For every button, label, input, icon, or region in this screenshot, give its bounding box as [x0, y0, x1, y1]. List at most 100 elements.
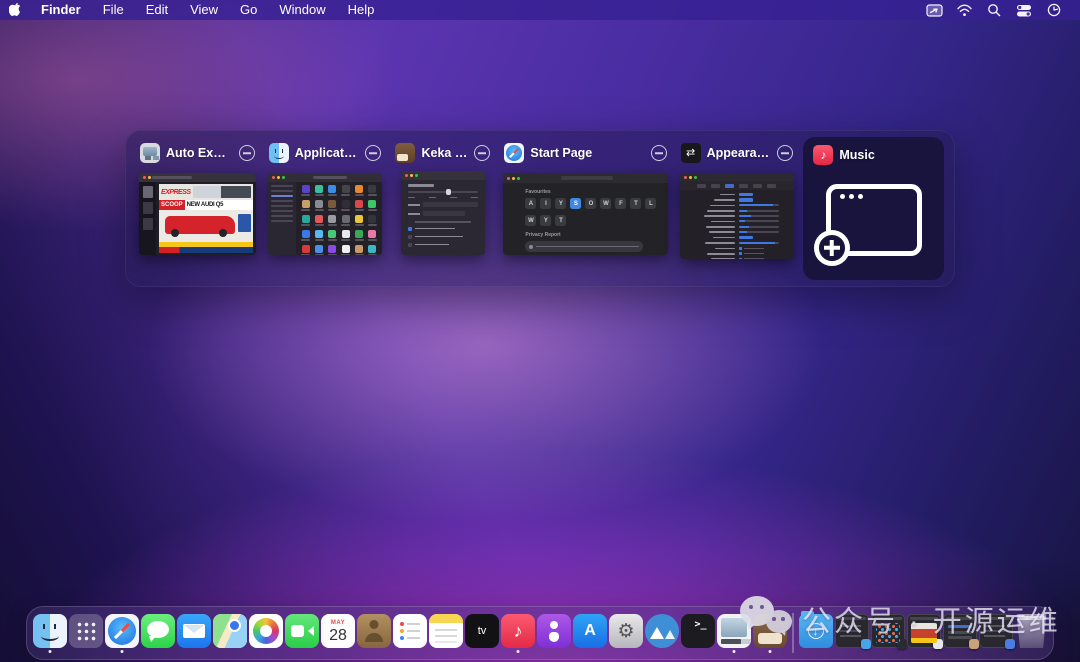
- favourite-tile[interactable]: W: [525, 215, 536, 226]
- window-app-badge: [933, 639, 943, 649]
- apple-menu[interactable]: [0, 3, 30, 18]
- favourite-tile[interactable]: L: [645, 198, 656, 209]
- preferences-tab[interactable]: [725, 184, 734, 188]
- screen-arrow-icon[interactable]: [922, 1, 946, 19]
- control-center-icon[interactable]: [1012, 1, 1036, 19]
- dock-mail[interactable]: [177, 614, 211, 652]
- favourites-row-2: WYT: [525, 215, 667, 226]
- app-grid-cell: [326, 230, 338, 244]
- close-window-icon[interactable]: [365, 145, 381, 161]
- dock-minimized: ↓: [799, 614, 1049, 652]
- app-title: Music: [839, 148, 874, 162]
- dock-calendar[interactable]: MAY28: [321, 614, 355, 652]
- headline-scoop: SCOOP: [159, 200, 185, 210]
- favourite-tile[interactable]: W: [600, 198, 611, 209]
- window-thumbnail-start-page[interactable]: Favourites AIYSOWFTL WYT Privacy Report: [503, 173, 667, 255]
- favourite-tile[interactable]: T: [630, 198, 641, 209]
- menu-finder[interactable]: Finder: [30, 0, 92, 20]
- photos-icon: [249, 614, 283, 648]
- favourite-tile[interactable]: O: [585, 198, 596, 209]
- preferences-tab[interactable]: [767, 184, 776, 188]
- keka-app-icon: [395, 143, 415, 163]
- clock-icon[interactable]: [1042, 1, 1066, 19]
- dock-min-window-2[interactable]: [871, 614, 905, 652]
- dock-facetime[interactable]: [285, 614, 319, 652]
- dock-safari[interactable]: [105, 614, 139, 652]
- dock-appletv[interactable]: tv: [465, 614, 499, 652]
- menu-go[interactable]: Go: [229, 0, 268, 20]
- dock-terminal[interactable]: >_: [681, 614, 715, 652]
- dock-finder[interactable]: [33, 614, 67, 652]
- window-app-badge: [969, 639, 979, 649]
- wifi-icon[interactable]: [952, 1, 976, 19]
- window-app-badge: [861, 639, 871, 649]
- dock-min-window-1[interactable]: [835, 614, 869, 652]
- dock-reminders[interactable]: [393, 614, 427, 652]
- favourite-tile[interactable]: Y: [555, 198, 566, 209]
- window-thumbnail-applications[interactable]: [268, 173, 383, 255]
- window-thumbnail-auto-express[interactable]: EXPRESS SCOOP NEW AUDI Q5: [139, 173, 256, 255]
- new-window-action[interactable]: [812, 166, 935, 273]
- dock-messages[interactable]: [141, 614, 175, 652]
- favourite-tile[interactable]: S: [570, 198, 581, 209]
- traffic-lights-icon: [272, 176, 275, 179]
- checkbox-row: [408, 227, 478, 231]
- window-thumbnail-keka[interactable]: [401, 171, 485, 255]
- trash-icon: [1015, 614, 1049, 648]
- close-window-icon[interactable]: [239, 145, 255, 161]
- close-window-icon[interactable]: [474, 145, 490, 161]
- app-grid-cell: [353, 245, 365, 255]
- dock-photos[interactable]: [249, 614, 283, 652]
- switcher-app-keka[interactable]: Keka (ZIP): [394, 142, 491, 275]
- menu-edit[interactable]: Edit: [135, 0, 179, 20]
- switcher-app-applications[interactable]: Applications: [268, 142, 383, 275]
- dock-maps[interactable]: [213, 614, 247, 652]
- preferences-tab[interactable]: [753, 184, 762, 188]
- spotlight-icon[interactable]: [982, 1, 1006, 19]
- menu-view[interactable]: View: [179, 0, 229, 20]
- menu-help[interactable]: Help: [337, 0, 386, 20]
- dock-min-window-3[interactable]: [907, 614, 941, 652]
- favourite-tile[interactable]: F: [615, 198, 626, 209]
- close-window-icon[interactable]: [651, 145, 667, 161]
- menu-file[interactable]: File: [92, 0, 135, 20]
- window-thumbnail-appearance[interactable]: [680, 173, 795, 259]
- dock-min-window-4[interactable]: [943, 614, 977, 652]
- dock-appstore[interactable]: A: [573, 614, 607, 652]
- dock-keka[interactable]: [753, 614, 787, 652]
- dock-settings[interactable]: ⚙: [609, 614, 643, 652]
- favourite-tile[interactable]: I: [540, 198, 551, 209]
- dock-music[interactable]: ♪: [501, 614, 535, 652]
- dock-contacts[interactable]: [357, 614, 391, 652]
- dock-podcasts[interactable]: [537, 614, 571, 652]
- favourite-tile[interactable]: A: [525, 198, 536, 209]
- dock-downloads-folder[interactable]: ↓: [799, 614, 833, 652]
- dock-mountain-app[interactable]: [645, 614, 679, 652]
- window-titlebar: [139, 173, 256, 182]
- dock-min-window-5[interactable]: [979, 614, 1013, 652]
- masthead-text: EXPRESS: [159, 189, 191, 196]
- switcher-app-appearance[interactable]: ⇄ Appeara…: [680, 142, 795, 275]
- running-indicator: [517, 650, 520, 653]
- favourite-tile[interactable]: Y: [540, 215, 551, 226]
- downloads-folder-icon: ↓: [799, 614, 833, 648]
- dock-trash[interactable]: [1015, 614, 1049, 652]
- dock-photo-window-app[interactable]: [717, 614, 751, 652]
- close-window-icon[interactable]: [777, 145, 793, 161]
- switcher-app-auto-express[interactable]: Auto Expre… EXPRESS SCOOP NEW AUDI Q5: [139, 142, 256, 275]
- plus-icon: [814, 230, 850, 266]
- dock: MAY28 tv♪ A⚙ >_ ↓: [26, 606, 1054, 660]
- preferences-tab[interactable]: [739, 184, 748, 188]
- mail-icon: [177, 614, 211, 648]
- terminal-icon: >_: [681, 614, 715, 648]
- dock-launchpad[interactable]: [69, 614, 103, 652]
- preferences-tab[interactable]: [711, 184, 720, 188]
- menu-window[interactable]: Window: [268, 0, 336, 20]
- dock-apps: MAY28 tv♪ A⚙ >_: [33, 614, 787, 652]
- preferences-tab[interactable]: [697, 184, 706, 188]
- preferences-rows: [680, 190, 795, 259]
- dock-notes[interactable]: [429, 614, 463, 652]
- favourite-tile[interactable]: T: [555, 215, 566, 226]
- switcher-app-music[interactable]: ♪ Music: [803, 137, 944, 280]
- switcher-app-start-page[interactable]: Start Page Favourites AIYSOWFTL WYT Priv…: [503, 142, 667, 275]
